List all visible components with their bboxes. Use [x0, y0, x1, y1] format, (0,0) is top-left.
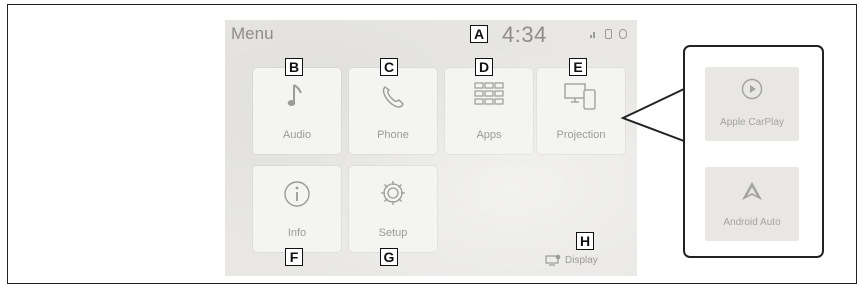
info-button[interactable]: Info — [253, 166, 341, 252]
marker-e: E — [569, 58, 587, 76]
display-icon — [545, 254, 561, 266]
apps-button[interactable]: Apps — [445, 68, 533, 154]
callout-pointer — [620, 88, 687, 142]
gear-icon — [381, 181, 405, 205]
audio-button[interactable]: Audio — [253, 68, 341, 154]
android-auto-button[interactable]: Android Auto — [705, 167, 799, 241]
signal-icon — [590, 30, 598, 38]
phone-handset-icon — [382, 86, 404, 108]
music-note-icon — [287, 84, 302, 106]
marker-f: F — [285, 248, 303, 266]
info-label: Info — [287, 227, 307, 239]
setup-button[interactable]: Setup — [349, 166, 437, 252]
display-label: Display — [565, 254, 598, 266]
marker-h: H — [576, 232, 594, 250]
apple-carplay-label: Apple CarPlay — [720, 117, 784, 128]
projection-icon — [564, 83, 596, 110]
play-circle-icon — [741, 78, 763, 100]
phone-button[interactable]: Phone — [349, 68, 437, 154]
clock: 4:34 — [502, 22, 547, 47]
marker-b: B — [285, 58, 303, 76]
apps-label: Apps — [476, 129, 502, 141]
phone-label: Phone — [377, 129, 409, 141]
android-auto-icon — [742, 182, 762, 200]
info-icon — [284, 181, 310, 207]
marker-a: A — [470, 25, 488, 43]
audio-label: Audio — [282, 129, 312, 141]
marker-d: D — [475, 58, 493, 76]
status-bar — [590, 29, 627, 39]
projection-popup: Apple CarPlay Android Auto — [683, 45, 824, 258]
apps-grid-icon — [474, 82, 504, 105]
bluetooth-icon — [619, 29, 627, 39]
marker-c: C — [380, 58, 398, 76]
display-button[interactable]: Display — [545, 254, 598, 266]
setup-label: Setup — [378, 227, 408, 239]
menu-title: Menu — [231, 24, 274, 43]
marker-g: G — [380, 248, 398, 266]
phone-status-icon — [605, 29, 612, 39]
apple-carplay-button[interactable]: Apple CarPlay — [705, 67, 799, 141]
android-auto-label: Android Auto — [723, 217, 781, 228]
